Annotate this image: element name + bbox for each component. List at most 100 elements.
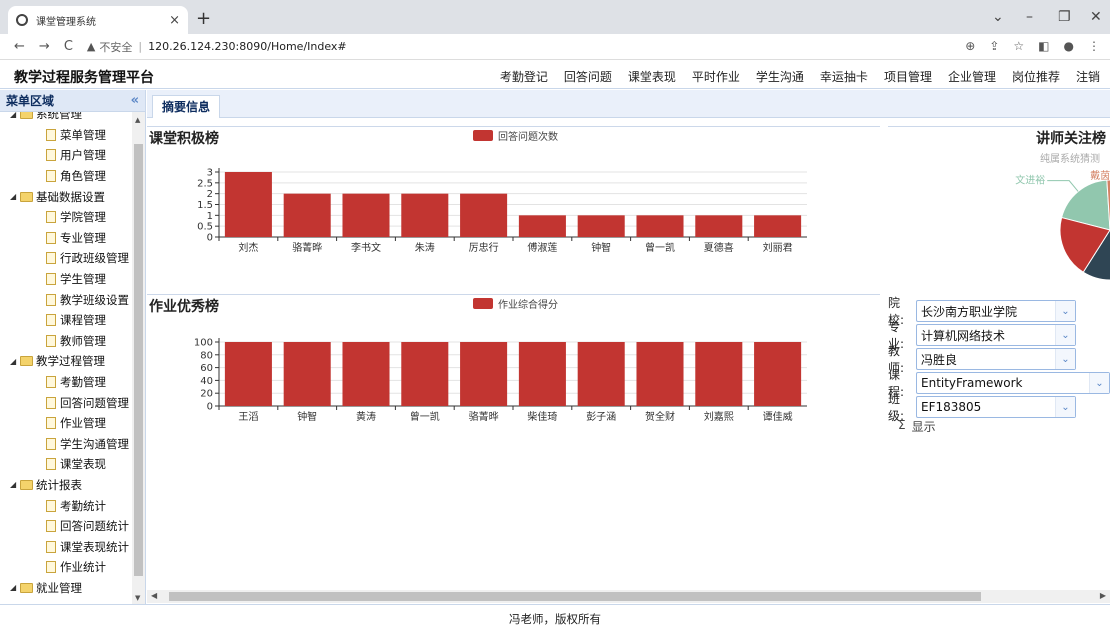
sidebar-item[interactable]: 专业管理 <box>0 228 132 249</box>
sidebar-item[interactable]: 考勤管理 <box>0 372 132 393</box>
bar[interactable] <box>224 342 272 406</box>
sidebar-item-label: 学生沟通管理 <box>60 436 129 451</box>
sidebar-folder[interactable]: ◢ 基础数据设置 <box>0 186 132 207</box>
new-tab-button[interactable]: + <box>196 8 211 29</box>
bar[interactable] <box>754 342 802 406</box>
sidebar-item[interactable]: 作业管理 <box>0 413 132 434</box>
file-icon <box>46 128 56 141</box>
bar[interactable] <box>401 193 449 237</box>
scroll-right-icon[interactable]: ▶ <box>1100 591 1106 600</box>
footer: 冯老师，版权所有 <box>0 604 1110 627</box>
bar[interactable] <box>754 215 802 237</box>
topnav-homework[interactable]: 平时作业 <box>692 68 740 85</box>
expand-triangle-icon[interactable]: ◢ <box>10 112 20 119</box>
zoom-icon[interactable]: ⊕ <box>965 39 975 53</box>
sidebar-item[interactable]: 课堂表现 <box>0 454 132 475</box>
back-icon[interactable]: ← <box>14 39 25 54</box>
expand-triangle-icon[interactable]: ◢ <box>10 192 20 201</box>
chevron-down-icon[interactable]: ⌄ <box>1055 397 1075 417</box>
sidebar-item[interactable]: 角色管理 <box>0 166 132 187</box>
sidebar-item[interactable]: 教师管理 <box>0 331 132 352</box>
topnav-projects[interactable]: 项目管理 <box>884 68 932 85</box>
sidebar-item[interactable]: 课堂表现统计 <box>0 536 132 557</box>
bar[interactable] <box>518 342 566 406</box>
kebab-menu-icon[interactable]: ⋮ <box>1088 39 1100 53</box>
sidebar-scrollbar[interactable]: ▲ ▼ <box>132 112 145 604</box>
bar[interactable] <box>460 193 508 237</box>
sidebar-item[interactable]: 用户管理 <box>0 145 132 166</box>
sidebar-item[interactable]: 课程管理 <box>0 310 132 331</box>
x-tick-label: 骆菁晔 <box>469 410 499 423</box>
topnav-performance[interactable]: 课堂表现 <box>628 68 676 85</box>
sidebar-folder[interactable]: ◢ 统计报表 <box>0 475 132 496</box>
sidebar-item[interactable]: 考勤统计 <box>0 495 132 516</box>
tab-close-icon[interactable]: × <box>169 13 180 28</box>
expand-triangle-icon[interactable]: ◢ <box>10 480 20 489</box>
bar[interactable] <box>577 342 625 406</box>
sidebar-item[interactable]: 学生沟通管理 <box>0 434 132 455</box>
bar[interactable] <box>695 342 743 406</box>
bar[interactable] <box>283 342 331 406</box>
expand-triangle-icon[interactable]: ◢ <box>10 357 20 366</box>
scroll-left-icon[interactable]: ◀ <box>151 591 157 600</box>
sidebar-folder[interactable]: ◢ 就业管理 <box>0 578 132 599</box>
x-tick-label: 钟智 <box>591 241 611 254</box>
topnav-communication[interactable]: 学生沟通 <box>756 68 804 85</box>
address-bar-row: ← → C ▲ 不安全 | 120.26.124.230:8090/Home/I… <box>0 34 1110 60</box>
sidebar-folder[interactable]: ◢ 系统管理 <box>0 112 132 125</box>
topnav-companies[interactable]: 企业管理 <box>948 68 996 85</box>
bar[interactable] <box>283 193 331 237</box>
sidepanel-icon[interactable]: ◧ <box>1038 39 1049 53</box>
bar[interactable] <box>342 342 390 406</box>
collapse-icon[interactable]: « <box>131 93 139 108</box>
sidebar-item[interactable]: 学院管理 <box>0 207 132 228</box>
bar[interactable] <box>577 215 625 237</box>
class-select[interactable]: EF183805 ⌄ <box>916 396 1076 418</box>
sidebar-item[interactable]: 回答问题统计 <box>0 516 132 537</box>
bar[interactable] <box>518 215 566 237</box>
tab-search-icon[interactable]: ⌄ <box>992 9 1004 25</box>
sidebar-item[interactable]: 回答问题管理 <box>0 392 132 413</box>
scrollbar-thumb[interactable] <box>134 144 143 576</box>
bar[interactable] <box>224 172 272 237</box>
bar[interactable] <box>695 215 743 237</box>
show-button[interactable]: Σ 显示 <box>898 418 936 435</box>
address-bar[interactable]: ▲ 不安全 | 120.26.124.230:8090/Home/Index# <box>87 39 347 55</box>
forward-icon[interactable]: → <box>39 39 50 54</box>
profile-icon[interactable]: ● <box>1064 39 1074 53</box>
url-text[interactable]: 120.26.124.230:8090/Home/Index# <box>148 40 347 53</box>
minimize-button[interactable]: – <box>1026 9 1033 25</box>
topnav-answer[interactable]: 回答问题 <box>564 68 612 85</box>
bar[interactable] <box>636 342 684 406</box>
bookmark-star-icon[interactable]: ☆ <box>1013 39 1024 53</box>
sidebar-folder[interactable]: ◢ 教学过程管理 <box>0 351 132 372</box>
scrollbar-thumb[interactable] <box>169 592 981 601</box>
show-label: 显示 <box>911 420 936 434</box>
topnav-attendance[interactable]: 考勤登记 <box>500 68 548 85</box>
close-window-button[interactable]: ✕ <box>1090 9 1102 25</box>
sidebar-item[interactable]: 教学班级设置 <box>0 289 132 310</box>
bar[interactable] <box>460 342 508 406</box>
y-tick-label: 1 <box>207 211 213 222</box>
topnav-logout[interactable]: 注销 <box>1076 68 1100 85</box>
sidebar-item[interactable]: 作业统计 <box>0 557 132 578</box>
sidebar-item[interactable]: 行政班级管理 <box>0 248 132 269</box>
topnav-jobs[interactable]: 岗位推荐 <box>1012 68 1060 85</box>
reload-icon[interactable]: C <box>64 39 73 54</box>
browser-tab[interactable]: 课堂管理系统 × <box>8 6 188 34</box>
sidebar-header: 菜单区域 « <box>0 90 145 112</box>
scroll-down-icon[interactable]: ▼ <box>135 594 140 602</box>
maximize-button[interactable]: ❐ <box>1058 9 1071 25</box>
topnav-lucky-draw[interactable]: 幸运抽卡 <box>820 68 868 85</box>
sidebar-item[interactable]: 菜单管理 <box>0 125 132 146</box>
scroll-up-icon[interactable]: ▲ <box>135 116 140 124</box>
bar[interactable] <box>401 342 449 406</box>
expand-triangle-icon[interactable]: ◢ <box>10 583 20 592</box>
sidebar-item[interactable]: 学生管理 <box>0 269 132 290</box>
bar[interactable] <box>342 193 390 237</box>
content-hscrollbar[interactable]: ◀ ▶ <box>147 590 1110 603</box>
share-icon[interactable]: ⇪ <box>989 39 999 53</box>
chevron-down-icon[interactable]: ⌄ <box>1089 373 1109 393</box>
tab-summary[interactable]: 摘要信息 <box>152 95 221 118</box>
bar[interactable] <box>636 215 684 237</box>
